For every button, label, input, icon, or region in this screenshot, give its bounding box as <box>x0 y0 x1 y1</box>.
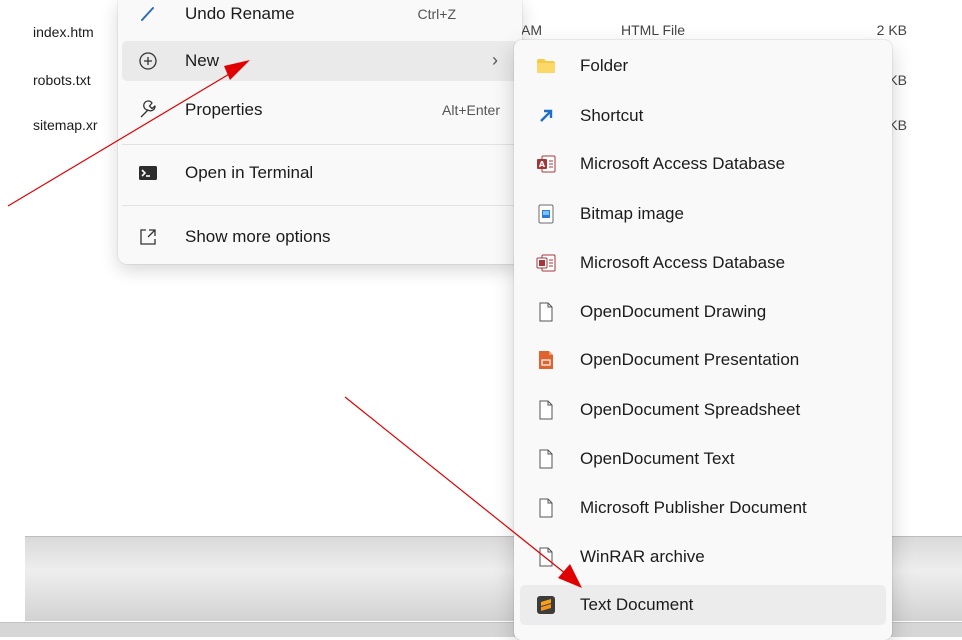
submenu-item-label: Folder <box>580 56 629 75</box>
expand-icon <box>140 229 156 245</box>
chevron-right-icon: › <box>492 50 498 70</box>
submenu-item-opendocument-drawing[interactable]: OpenDocument Drawing <box>520 292 886 332</box>
menu-item-undo-rename[interactable]: Undo Rename Ctrl+Z <box>122 0 518 34</box>
folder-icon <box>537 59 555 73</box>
file-size: 2 KB <box>876 22 907 38</box>
document-icon <box>539 498 553 518</box>
submenu-item-label: OpenDocument Text <box>580 449 735 468</box>
undo-icon <box>141 7 154 21</box>
document-icon <box>539 547 553 567</box>
submenu-item-label: Shortcut <box>580 106 644 125</box>
plus-circle-icon <box>139 52 157 70</box>
file-name[interactable]: robots.txt <box>33 72 91 88</box>
file-name[interactable]: sitemap.xr <box>33 117 98 133</box>
menu-item-open-in-terminal[interactable]: Open in Terminal <box>122 153 518 193</box>
bitmap-icon <box>538 204 554 224</box>
file-type: HTML File <box>621 22 686 38</box>
svg-text:A: A <box>539 160 546 169</box>
submenu-item-shortcut[interactable]: Shortcut <box>520 96 886 136</box>
submenu-item-label: OpenDocument Drawing <box>580 302 767 321</box>
access-icon <box>536 254 556 272</box>
terminal-icon <box>139 166 157 180</box>
document-icon <box>539 400 553 420</box>
menu-item-shortcut: Ctrl+Z <box>417 6 457 22</box>
menu-item-label: Open in Terminal <box>185 163 314 182</box>
submenu-item-label: Microsoft Access Database <box>580 154 786 173</box>
shortcut-icon <box>540 109 553 122</box>
menu-item-label: Properties <box>185 100 263 119</box>
submenu-item-opendocument-text[interactable]: OpenDocument Text <box>520 439 886 479</box>
menu-item-new[interactable]: New › <box>122 41 518 81</box>
submenu-item-label: Microsoft Access Database <box>580 253 786 272</box>
context-menu: Undo Rename Ctrl+Z New › Properties Alt+… <box>118 0 522 264</box>
menu-item-shortcut: Alt+Enter <box>442 102 500 118</box>
menu-separator <box>122 205 518 206</box>
menu-item-show-more-options[interactable]: Show more options <box>122 217 518 257</box>
new-submenu: Folder Shortcut A Microsoft Access Datab… <box>514 40 892 640</box>
menu-item-label: New <box>185 51 220 70</box>
file-name[interactable]: index.htm <box>33 24 94 40</box>
submenu-item-winrar-archive[interactable]: WinRAR archive <box>520 537 886 577</box>
menu-item-properties[interactable]: Properties Alt+Enter <box>122 90 518 130</box>
presentation-icon <box>539 351 553 369</box>
document-icon <box>539 449 553 469</box>
submenu-item-access-database[interactable]: Microsoft Access Database <box>520 243 886 283</box>
submenu-item-folder[interactable]: Folder <box>520 46 886 86</box>
submenu-item-label: Bitmap image <box>580 204 684 223</box>
submenu-item-text-document[interactable]: Text Document <box>520 585 886 625</box>
submenu-item-opendocument-presentation[interactable]: OpenDocument Presentation <box>520 340 886 380</box>
submenu-item-bitmap-image[interactable]: Bitmap image <box>520 194 886 234</box>
submenu-item-label: OpenDocument Presentation <box>580 350 800 369</box>
submenu-item-label: WinRAR archive <box>580 547 705 566</box>
menu-item-label: Undo Rename <box>185 4 295 23</box>
submenu-item-opendocument-spreadsheet[interactable]: OpenDocument Spreadsheet <box>520 390 886 430</box>
submenu-item-label: OpenDocument Spreadsheet <box>580 400 801 419</box>
submenu-item-label: Microsoft Publisher Document <box>580 498 807 517</box>
access-icon: A <box>537 155 556 173</box>
wrench-icon <box>140 100 156 118</box>
document-icon <box>539 302 553 322</box>
sublime-text-icon <box>537 596 555 614</box>
submenu-item-access-database[interactable]: A Microsoft Access Database <box>520 144 886 184</box>
menu-separator <box>122 144 518 145</box>
submenu-item-publisher-document[interactable]: Microsoft Publisher Document <box>520 488 886 528</box>
submenu-item-label: Text Document <box>580 595 694 614</box>
file-modified-time: AM <box>521 22 542 38</box>
menu-item-label: Show more options <box>185 227 331 246</box>
